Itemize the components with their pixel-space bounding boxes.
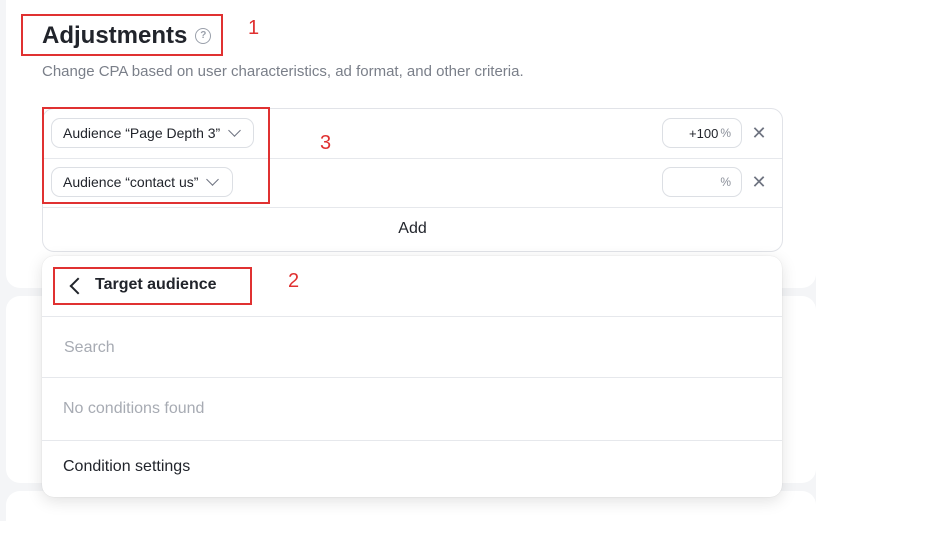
percent-unit: % [720,175,731,189]
percent-input[interactable]: % [662,167,742,197]
dropdown-search [42,317,782,378]
annotation-label-2: 2 [288,270,300,292]
annotation-box-3 [42,107,270,204]
search-input[interactable] [62,335,666,361]
empty-state-text: No conditions found [63,400,205,417]
percent-unit: % [720,126,731,140]
empty-state: No conditions found [42,378,782,441]
close-icon[interactable]: ✕ [749,172,769,192]
percent-input[interactable]: +100 % [662,118,742,148]
annotation-label-1: 1 [248,17,260,39]
section-subtitle: Change CPA based on user characteristics… [42,63,524,80]
add-button[interactable]: Add [43,208,782,250]
annotation-box-2 [53,267,252,305]
condition-settings-link[interactable]: Condition settings [63,458,190,476]
annotation-box-1 [21,14,223,56]
annotation-label-3: 3 [320,132,332,154]
percent-value: +100 [689,125,719,141]
bottom-card [6,491,816,551]
close-icon[interactable]: ✕ [749,123,769,143]
